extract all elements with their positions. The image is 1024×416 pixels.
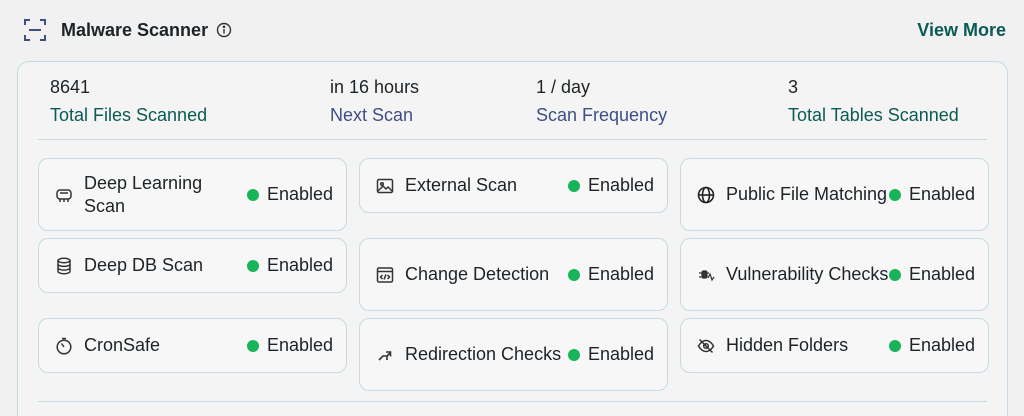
feature-label: Deep DB Scan (84, 255, 204, 275)
feature-card-deep-learning-scan[interactable]: Deep Learning Scan Enabled (38, 158, 347, 231)
status-dot (567, 268, 580, 281)
status-badge: Enabled (567, 344, 654, 365)
status-text: Enabled (908, 184, 975, 204)
status-badge: Enabled (567, 175, 654, 196)
stat-label: Next Scan (330, 105, 414, 125)
eye-off-icon (696, 336, 716, 356)
status-dot (246, 339, 259, 352)
stat-label: Total Tables Scanned (788, 105, 959, 125)
scanner-panel: 8641 Total Files Scanned in 16 hours Nex… (17, 61, 1008, 416)
feature-card-cronsafe[interactable]: CronSafe Enabled (38, 318, 347, 373)
status-badge: Enabled (888, 335, 975, 356)
status-dot (246, 188, 259, 201)
status-dot (888, 268, 901, 281)
feature-card-redirection-checks[interactable]: Redirection Checks Enabled (359, 318, 668, 391)
status-dot (888, 339, 901, 352)
feature-label: Deep Learning Scan (84, 172, 203, 216)
code-window-icon (375, 265, 395, 285)
divider (38, 401, 987, 402)
feature-card-deep-db-scan[interactable]: Deep DB Scan Enabled (38, 238, 347, 293)
status-badge: Enabled (246, 184, 333, 205)
status-dot (567, 348, 580, 361)
info-icon[interactable] (216, 22, 232, 38)
feature-card-change-detection[interactable]: Change Detection Enabled (359, 238, 668, 311)
timer-icon (54, 336, 74, 356)
feature-card-public-file-matching[interactable]: Public File Matching Enabled (680, 158, 989, 231)
status-text: Enabled (587, 264, 654, 284)
stat-value: in 16 hours (330, 77, 420, 97)
feature-label: Public File Matching (726, 184, 888, 204)
feature-label: Vulnerability Checks (726, 264, 889, 284)
image-icon (375, 176, 395, 196)
feature-label: CronSafe (84, 335, 161, 355)
malware-scanner-header: Malware Scanner View More (22, 14, 1006, 46)
stat-value: 3 (788, 77, 799, 97)
stat-value: 8641 (50, 77, 91, 97)
stat-scan-frequency: 1 / day Scan Frequency (536, 76, 667, 126)
bug-icon (696, 265, 716, 285)
status-text: Enabled (266, 255, 333, 275)
stat-total-tables: 3 Total Tables Scanned (788, 76, 959, 126)
status-dot (246, 259, 259, 272)
feature-label: Hidden Folders (726, 335, 849, 355)
feature-card-hidden-folders[interactable]: Hidden Folders Enabled (680, 318, 989, 373)
divider (38, 139, 987, 140)
status-badge: Enabled (888, 184, 975, 205)
status-text: Enabled (266, 335, 333, 355)
globe-icon (696, 185, 716, 205)
status-badge: Enabled (246, 335, 333, 356)
status-text: Enabled (587, 175, 654, 195)
view-more-link[interactable]: View More (917, 20, 1006, 41)
status-badge: Enabled (246, 255, 333, 276)
feature-label: External Scan (405, 175, 518, 195)
status-dot (888, 188, 901, 201)
feature-card-vulnerability-checks[interactable]: Vulnerability Checks Enabled (680, 238, 989, 311)
status-text: Enabled (587, 344, 654, 364)
stat-next-scan: in 16 hours Next Scan (330, 76, 419, 126)
page-title: Malware Scanner (61, 19, 209, 40)
status-text: Enabled (908, 335, 975, 355)
stat-value: 1 / day (536, 77, 591, 97)
feature-card-external-scan[interactable]: External Scan Enabled (359, 158, 668, 213)
status-badge: Enabled (567, 264, 654, 285)
redirect-arrow-icon (375, 345, 395, 365)
chip-icon (54, 185, 74, 205)
status-badge: Enabled (888, 264, 975, 285)
status-text: Enabled (908, 264, 975, 284)
stats-row: 8641 Total Files Scanned in 16 hours Nex… (18, 62, 1007, 140)
status-dot (567, 179, 580, 192)
status-text: Enabled (266, 184, 333, 204)
feature-label: Change Detection (405, 264, 550, 284)
stat-label: Total Files Scanned (50, 105, 208, 125)
database-icon (54, 256, 74, 276)
scan-frame-icon (22, 17, 48, 43)
feature-label: Redirection Checks (405, 344, 562, 364)
stat-total-files: 8641 Total Files Scanned (50, 76, 207, 126)
stat-label: Scan Frequency (536, 105, 668, 125)
